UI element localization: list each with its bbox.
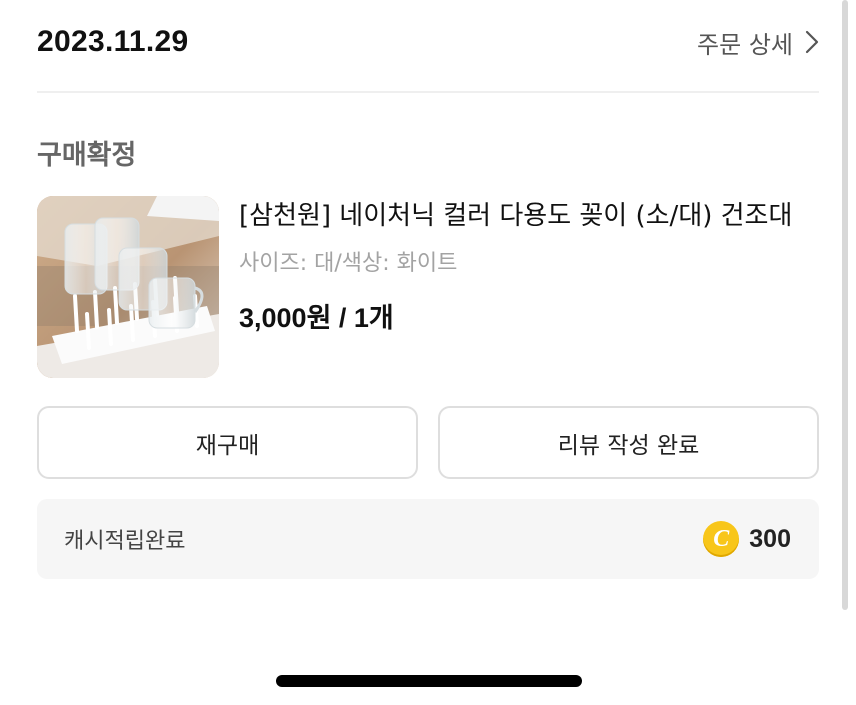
product-option: 사이즈: 대/색상: 화이트 (239, 251, 458, 276)
order-header: 2023.11.29 주문 상세 (37, 18, 819, 66)
product-info: [삼천원] 네이처닉 컬러 다용도 꽂이 (소/대) 건조대 사이즈: 대/색상… (239, 196, 819, 335)
order-detail-label: 주문 상세 (697, 30, 793, 59)
scrollbar[interactable] (842, 0, 848, 610)
header-divider (37, 91, 819, 93)
dish-drying-rack-photo-icon (37, 196, 219, 378)
cashback-info: 캐시적립완료 C 300 (37, 499, 819, 579)
chevron-right-icon (805, 30, 819, 54)
home-indicator (276, 675, 582, 687)
cashback-amount: C 300 (703, 521, 791, 557)
cashback-label: 캐시적립완료 (64, 529, 186, 554)
order-date: 2023.11.29 (37, 25, 189, 58)
review-complete-button[interactable]: 리뷰 작성 완료 (438, 406, 819, 479)
rebuy-button[interactable]: 재구매 (37, 406, 418, 479)
order-status-label: 구매확정 (37, 140, 137, 171)
product-thumbnail[interactable] (37, 196, 219, 378)
order-page: 2023.11.29 주문 상세 구매확정 [삼천원] 네이처닉 컬러 다용도 … (0, 0, 856, 705)
product-price: 3,000원 / 1개 (239, 303, 394, 333)
cashback-value: 300 (749, 524, 791, 553)
product-name[interactable]: [삼천원] 네이처닉 컬러 다용도 꽂이 (소/대) 건조대 (239, 196, 819, 236)
action-buttons: 재구매 리뷰 작성 완료 (37, 406, 819, 479)
cash-coin-icon: C (703, 521, 740, 557)
order-detail-link[interactable]: 주문 상세 (697, 25, 819, 60)
